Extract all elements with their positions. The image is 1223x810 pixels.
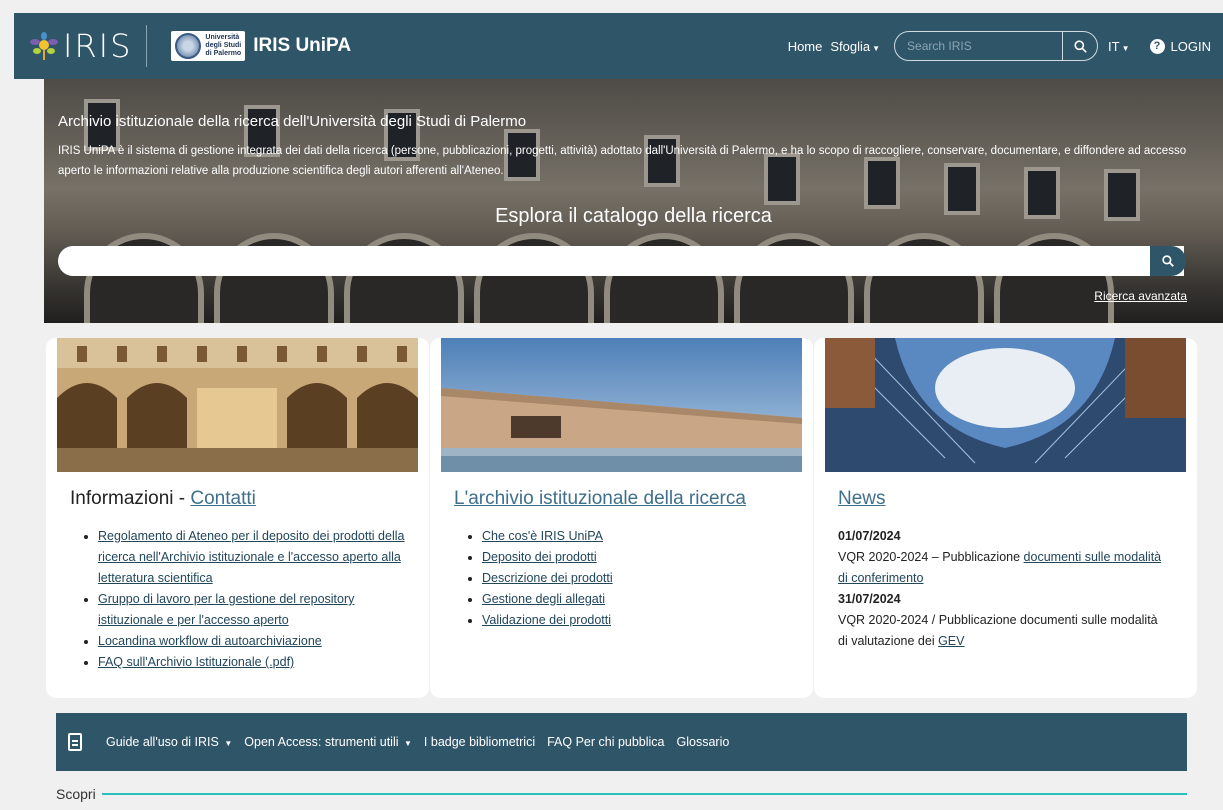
hero-title: Archivio istituzionale della ricerca del…: [58, 113, 527, 130]
section-divider: [101, 793, 1187, 795]
news-text: VQR 2020-2024 / Pubblicazione documenti …: [838, 613, 1158, 648]
list-item: Regolamento di Ateneo per il deposito de…: [98, 526, 408, 589]
caret-down-icon: ▼: [872, 43, 881, 53]
nav-search: [894, 31, 1099, 61]
news-item: 01/07/2024 VQR 2020-2024 – Pubblicazione…: [838, 526, 1168, 589]
glossary-link[interactable]: Glossario: [677, 735, 730, 749]
caret-down-icon: ▼: [1121, 43, 1130, 53]
badge-link[interactable]: I badge bibliometrici: [424, 735, 535, 749]
workflow-poster-link[interactable]: Locandina workflow di autoarchiviazione: [98, 634, 322, 648]
product-description-link[interactable]: Descrizione dei prodotti: [482, 571, 613, 585]
list-item: Gruppo di lavoro per la gestione del rep…: [98, 589, 408, 631]
faq-publishers-link[interactable]: FAQ Per chi pubblica: [547, 735, 664, 749]
hero-explore-heading: Esplora il catalogo della ricerca: [495, 205, 772, 227]
nav-divider: [146, 25, 148, 67]
advanced-search-link[interactable]: Ricerca avanzata: [1094, 289, 1187, 303]
glass-building-photo: [825, 338, 1186, 472]
list-item: Validazione dei prodotti: [482, 610, 792, 631]
archive-card: L'archivio istituzionale della ricerca C…: [430, 338, 813, 698]
attachments-link[interactable]: Gestione degli allegati: [482, 592, 605, 606]
hero-banner: Archivio istituzionale della ricerca del…: [44, 79, 1223, 323]
iris-wordmark: IRIS: [63, 27, 133, 65]
info-links-list: Regolamento di Ateneo per il deposito de…: [98, 526, 408, 673]
info-card-title: Informazioni - Contatti: [70, 488, 256, 509]
caret-down-icon: ▼: [224, 739, 233, 748]
news-list: 01/07/2024 VQR 2020-2024 – Pubblicazione…: [838, 526, 1168, 652]
info-card: Informazioni - Contatti Regolamento di A…: [46, 338, 429, 698]
news-text: VQR 2020-2024 – Pubblicazione: [838, 550, 1024, 564]
gev-link[interactable]: GEV: [938, 634, 964, 648]
list-item: FAQ sull'Archivio Istituzionale (.pdf): [98, 652, 408, 673]
list-item: Locandina workflow di autoarchiviazione: [98, 631, 408, 652]
courtyard-photo: [57, 338, 418, 472]
unipa-logo[interactable]: Università degli Studi di Palermo: [171, 31, 246, 61]
search-icon: [1162, 255, 1174, 267]
iris-logo[interactable]: IRIS: [29, 27, 132, 65]
news-date: 01/07/2024: [838, 529, 901, 543]
what-is-iris-link[interactable]: Che cos'è IRIS UniPA: [482, 529, 603, 543]
home-link[interactable]: Home: [788, 39, 823, 54]
catalog-search-button[interactable]: [1150, 246, 1186, 276]
discover-title: Scopri: [56, 786, 96, 802]
product-validation-link[interactable]: Validazione dei prodotti: [482, 613, 611, 627]
hero-description: IRIS UniPA è il sistema di gestione inte…: [58, 145, 1187, 177]
news-item: 31/07/2024 VQR 2020-2024 / Pubblicazione…: [838, 589, 1168, 652]
list-item: Gestione degli allegati: [482, 589, 792, 610]
document-icon: [68, 733, 82, 751]
archive-card-title[interactable]: L'archivio istituzionale della ricerca: [454, 488, 746, 510]
news-card-title[interactable]: News: [838, 488, 886, 510]
top-navbar: IRIS Università degli Studi di Palermo I…: [14, 13, 1223, 79]
regulation-link[interactable]: Regolamento di Ateneo per il deposito de…: [98, 529, 404, 585]
news-date: 31/07/2024: [838, 592, 901, 606]
list-item: Deposito dei prodotti: [482, 547, 792, 568]
login-link[interactable]: LOGIN: [1171, 39, 1211, 54]
library-building-photo: [441, 338, 802, 472]
site-title[interactable]: IRIS UniPA: [253, 35, 351, 57]
open-access-menu[interactable]: Open Access: strumenti utili ▼: [244, 735, 412, 749]
catalog-search-input[interactable]: [58, 246, 1184, 276]
list-item: Descrizione dei prodotti: [482, 568, 792, 589]
list-item: Che cos'è IRIS UniPA: [482, 526, 792, 547]
browse-menu[interactable]: Sfoglia ▼: [830, 39, 880, 54]
discover-section-header: Scopri: [56, 786, 1187, 802]
unipa-logo-text: Università degli Studi di Palermo: [205, 34, 242, 57]
archive-links-list: Che cos'è IRIS UniPA Deposito dei prodot…: [482, 526, 792, 631]
nav-search-button[interactable]: [1062, 32, 1097, 60]
guides-navbar: Guide all'uso di IRIS ▼ Open Access: str…: [56, 713, 1187, 771]
language-menu[interactable]: IT ▼: [1108, 39, 1129, 54]
product-deposit-link[interactable]: Deposito dei prodotti: [482, 550, 597, 564]
guides-menu[interactable]: Guide all'uso di IRIS ▼: [106, 735, 232, 749]
contacts-link[interactable]: Contatti: [190, 488, 255, 509]
working-group-link[interactable]: Gruppo di lavoro per la gestione del rep…: [98, 592, 354, 627]
nav-search-input[interactable]: [895, 32, 1063, 60]
search-icon: [1073, 39, 1087, 53]
university-seal-icon: [175, 33, 202, 59]
faq-pdf-link[interactable]: FAQ sull'Archivio Istituzionale (.pdf): [98, 655, 294, 669]
iris-flower-icon: [30, 32, 58, 60]
news-card: News 01/07/2024 VQR 2020-2024 – Pubblica…: [814, 338, 1197, 698]
nav-right: Home Sfoglia▼ IT▼ ? LOGIN: [788, 31, 1211, 61]
caret-down-icon: ▼: [404, 739, 412, 748]
help-icon[interactable]: ?: [1149, 38, 1165, 54]
